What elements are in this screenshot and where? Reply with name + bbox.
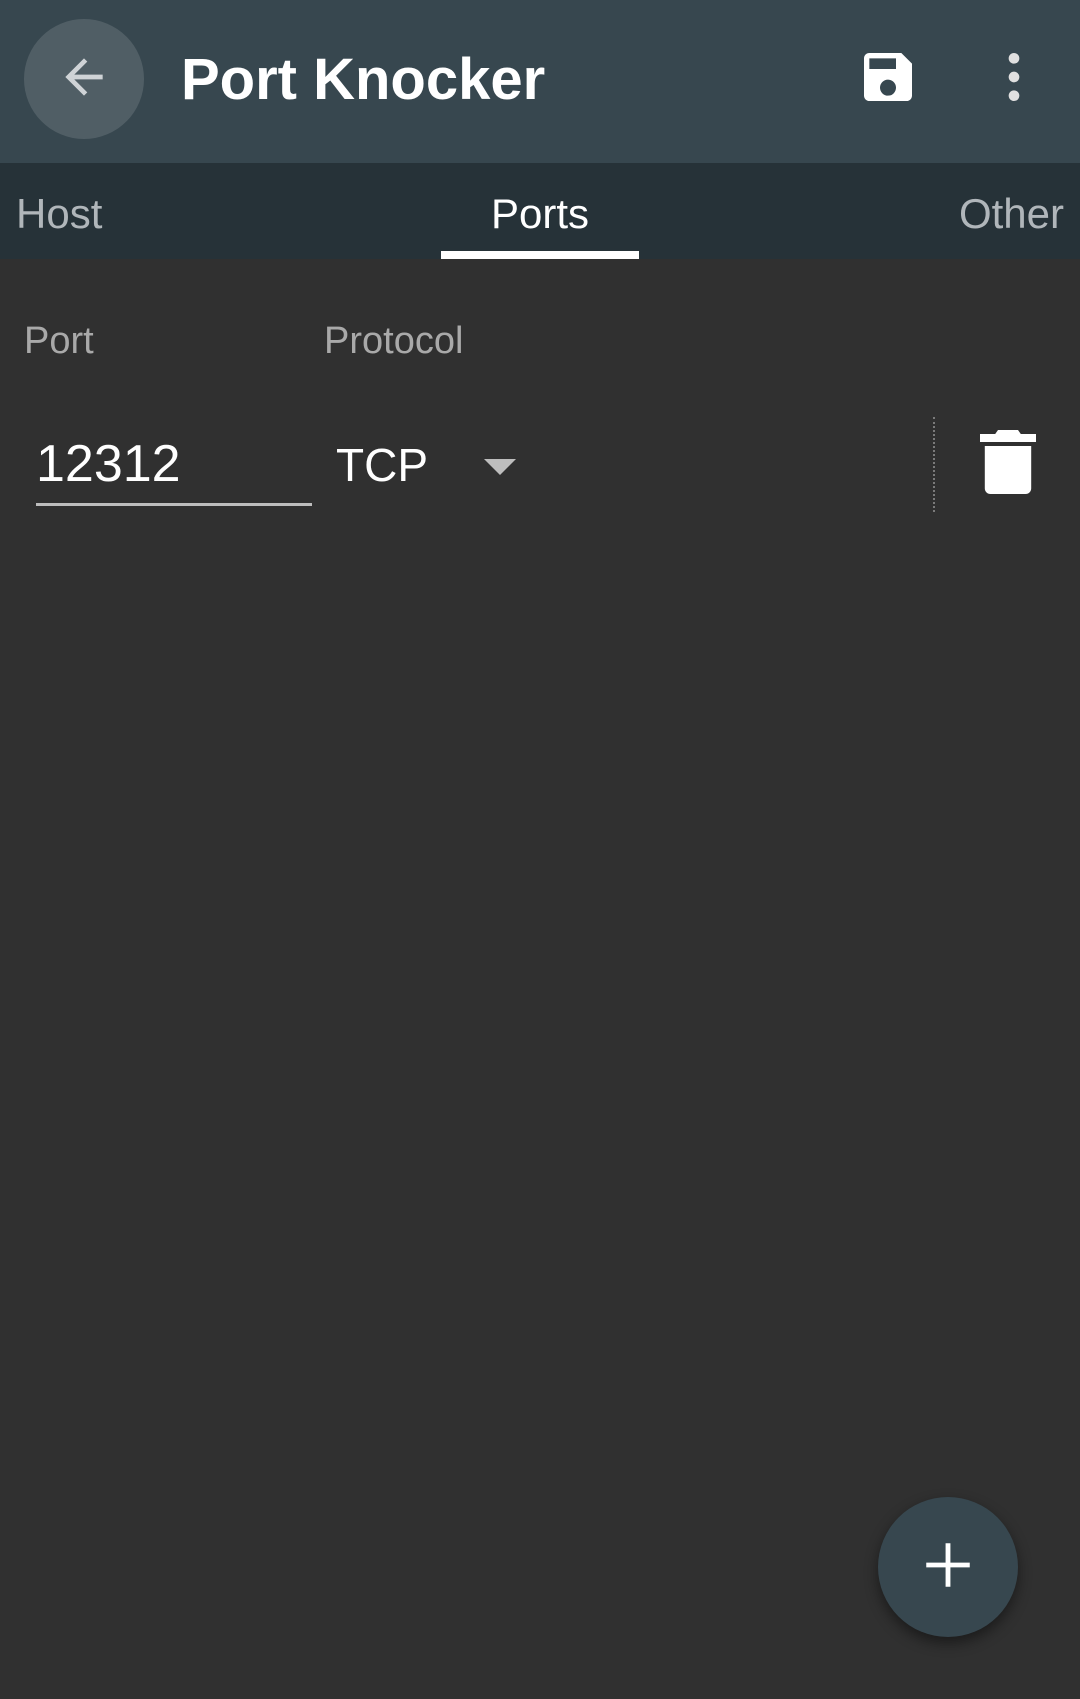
arrow-back-icon xyxy=(56,49,112,110)
tab-ports[interactable]: Ports xyxy=(441,163,639,259)
port-number-input[interactable] xyxy=(36,424,312,506)
tab-host[interactable]: Host xyxy=(16,163,102,259)
tab-bar: Host Ports Other xyxy=(0,163,1080,259)
save-button[interactable] xyxy=(848,39,928,119)
protocol-selected-value: TCP xyxy=(336,439,428,491)
app-bar: Port Knocker xyxy=(0,0,1080,163)
active-tab-indicator xyxy=(441,251,639,259)
delete-port-button[interactable] xyxy=(968,424,1048,504)
floppy-disk-icon xyxy=(856,45,920,114)
dropdown-arrow-icon xyxy=(484,459,516,475)
plus-icon xyxy=(919,1536,977,1599)
tab-other[interactable]: Other xyxy=(959,163,1064,259)
back-button[interactable] xyxy=(24,19,144,139)
protocol-column-label: Protocol xyxy=(324,320,464,362)
more-vert-icon xyxy=(982,45,1046,114)
port-column-label: Port xyxy=(24,320,94,362)
trash-icon xyxy=(980,429,1036,499)
protocol-dropdown[interactable]: TCP xyxy=(336,428,536,502)
add-port-button[interactable] xyxy=(878,1497,1018,1637)
row-divider xyxy=(933,417,935,512)
page-title: Port Knocker xyxy=(181,47,546,112)
more-options-button[interactable] xyxy=(974,39,1054,119)
